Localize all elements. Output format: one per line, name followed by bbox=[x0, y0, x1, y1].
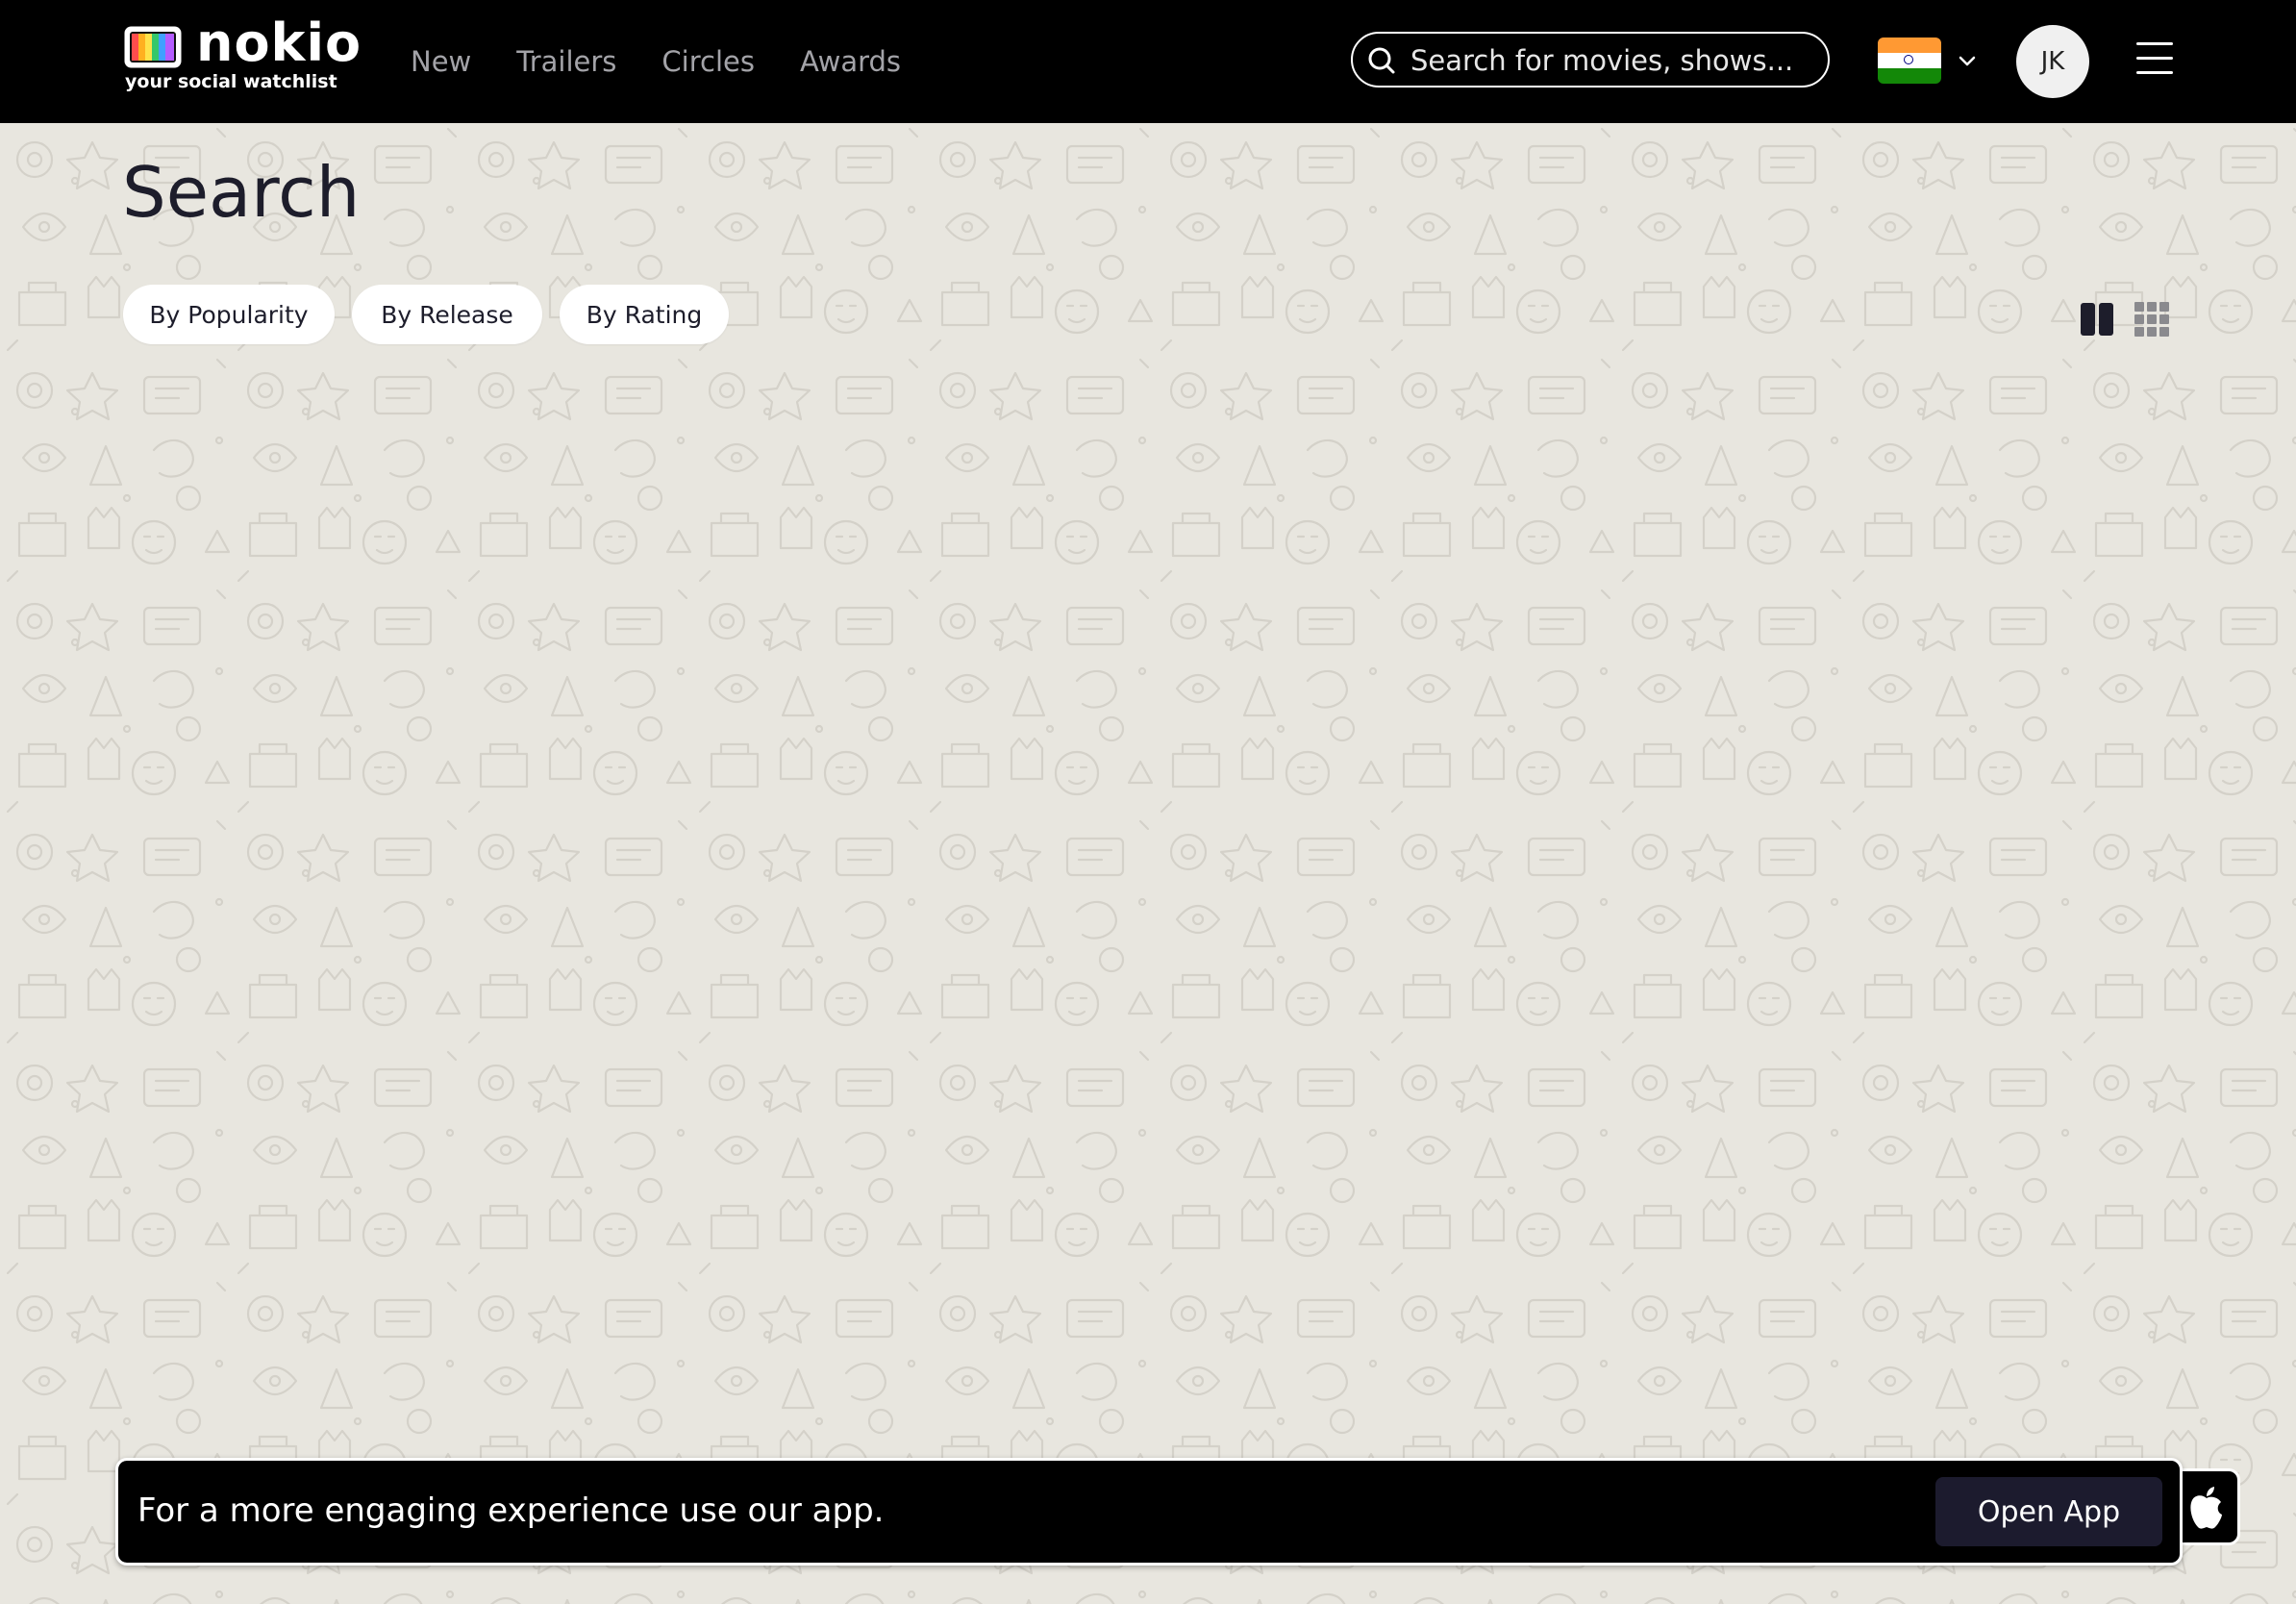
nav-link-new[interactable]: New bbox=[411, 42, 471, 81]
tv-logo-icon bbox=[124, 26, 182, 68]
sort-by-release-button[interactable]: By Release bbox=[352, 285, 542, 344]
logo-tagline: your social watchlist bbox=[125, 71, 337, 92]
search-icon[interactable] bbox=[1366, 45, 1397, 76]
user-avatar[interactable]: JK bbox=[2016, 25, 2089, 98]
grid-view-icon[interactable] bbox=[2134, 301, 2170, 338]
country-flag-india[interactable] bbox=[1878, 38, 1941, 84]
sort-options: By Popularity By Release By Rating bbox=[123, 285, 746, 344]
search-bar bbox=[1351, 32, 1830, 88]
sort-by-rating-button[interactable]: By Rating bbox=[560, 285, 729, 344]
main-nav: New Trailers Circles Awards bbox=[411, 42, 946, 81]
app-promo-message: For a more engaging experience use our a… bbox=[137, 1491, 885, 1530]
sort-by-popularity-button[interactable]: By Popularity bbox=[123, 285, 335, 344]
two-column-view-icon[interactable] bbox=[2080, 302, 2114, 337]
nav-link-trailers[interactable]: Trailers bbox=[516, 42, 616, 81]
nokio-logo[interactable]: nokio your social watchlist bbox=[121, 17, 361, 100]
top-navigation-bar: nokio your social watchlist New Trailers… bbox=[0, 0, 2296, 123]
page-title: Search bbox=[122, 152, 361, 233]
hamburger-menu-icon[interactable] bbox=[2136, 42, 2173, 75]
chevron-down-icon[interactable] bbox=[1956, 50, 1979, 73]
app-promo-banner: For a more engaging experience use our a… bbox=[115, 1458, 2183, 1566]
nav-link-circles[interactable]: Circles bbox=[661, 42, 755, 81]
logo-wordmark: nokio bbox=[196, 13, 362, 73]
apple-icon bbox=[2190, 1487, 2222, 1529]
nav-link-awards[interactable]: Awards bbox=[800, 42, 901, 81]
search-input[interactable] bbox=[1409, 39, 1816, 82]
ashoka-chakra-icon bbox=[1904, 55, 1913, 64]
open-app-button[interactable]: Open App bbox=[1935, 1477, 2162, 1546]
background-doodle-pattern bbox=[0, 123, 2296, 1604]
